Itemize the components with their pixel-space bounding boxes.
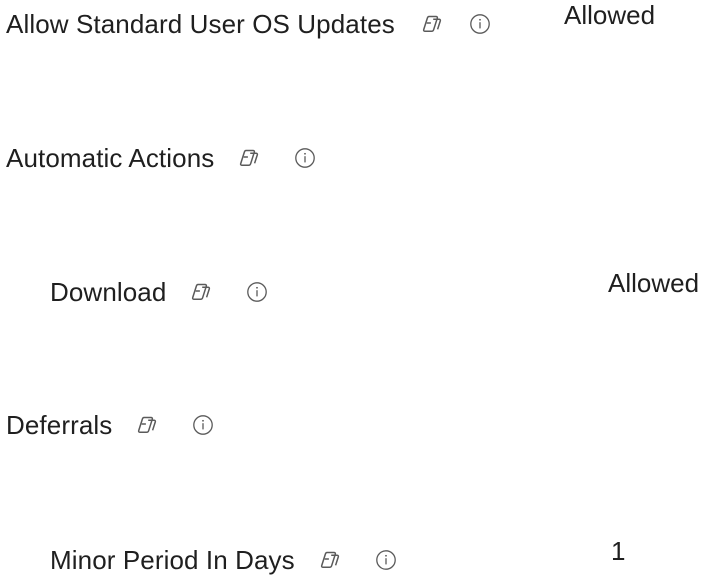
info-icon[interactable]	[373, 547, 399, 573]
copilot-icon[interactable]	[317, 547, 343, 573]
setting-label: Deferrals	[6, 409, 113, 440]
setting-label: Download	[50, 276, 167, 307]
setting-row-allow-standard-user-os-updates: Allow Standard User OS Updates	[6, 4, 493, 44]
info-icon[interactable]	[244, 279, 270, 305]
copilot-icon[interactable]	[236, 145, 262, 171]
info-icon[interactable]	[467, 11, 493, 37]
copilot-icon[interactable]	[419, 11, 445, 37]
info-icon[interactable]	[190, 412, 216, 438]
setting-label: Automatic Actions	[6, 142, 215, 173]
setting-label: Minor Period In Days	[50, 544, 295, 575]
setting-value: Allowed	[608, 268, 700, 298]
setting-row-minor-period-in-days: Minor Period In Days	[50, 540, 399, 580]
setting-row-deferrals: Deferrals	[6, 405, 216, 445]
copilot-icon[interactable]	[134, 412, 160, 438]
setting-value: 1	[611, 536, 626, 566]
setting-row-automatic-actions: Automatic Actions	[6, 138, 318, 178]
info-icon[interactable]	[292, 145, 318, 171]
setting-row-download: Download	[50, 272, 270, 312]
setting-value: Allowed	[564, 0, 656, 30]
copilot-icon[interactable]	[188, 279, 214, 305]
setting-label: Allow Standard User OS Updates	[6, 8, 395, 39]
